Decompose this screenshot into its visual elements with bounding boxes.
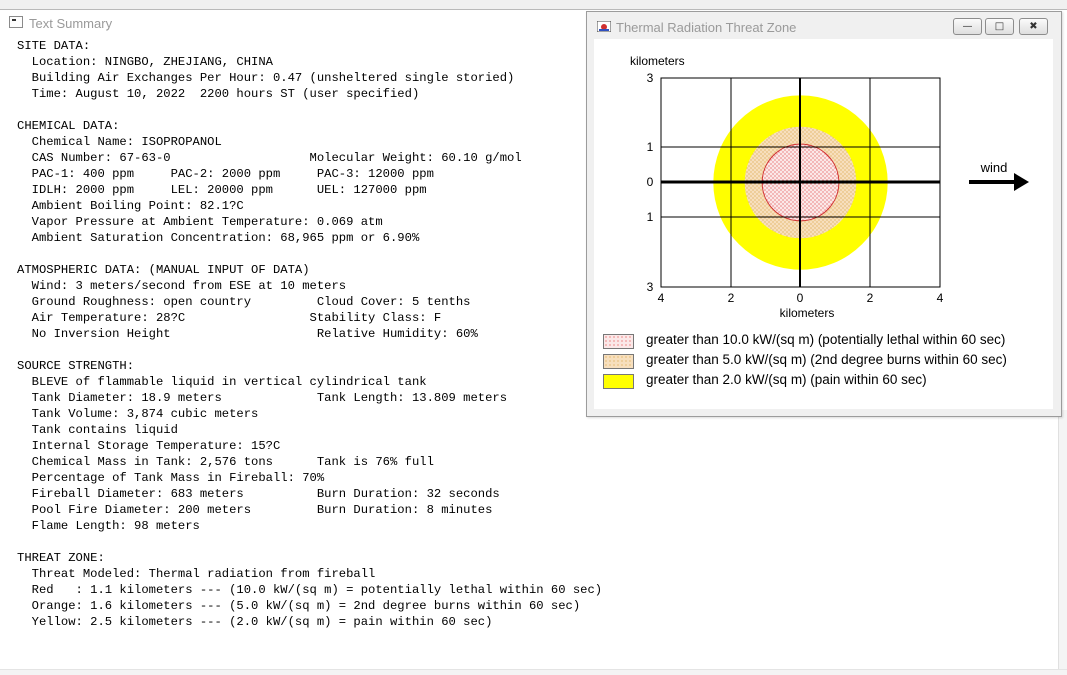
legend-label-yellow: greater than 2.0 kW/(sq m) (pain within … (646, 372, 927, 387)
summary-line: SITE DATA: (17, 39, 91, 53)
y-tick: 3 (647, 280, 654, 294)
threat-zone-client: kilometers 3 1 0 1 3 4 2 0 2 4 kilometer… (594, 39, 1053, 409)
summary-line: Orange: 1.6 kilometers --- (5.0 kW/(sq m… (31, 599, 581, 613)
summary-line: Percentage of Tank Mass in Fireball: 70% (31, 471, 325, 485)
wind-arrow-icon (969, 173, 1029, 191)
summary-line: Fireball Diameter: 683 meters Burn Durat… (31, 487, 500, 501)
summary-line: CAS Number: 67-63-0 Molecular Weight: 60… (31, 151, 522, 165)
maximize-button[interactable]: □ (985, 18, 1014, 35)
summary-line: Tank Volume: 3,874 cubic meters (31, 407, 259, 421)
summary-line: Building Air Exchanges Per Hour: 0.47 (u… (31, 71, 515, 85)
summary-line: SOURCE STRENGTH: (17, 359, 135, 373)
legend-swatch-yellow (603, 374, 634, 389)
summary-line: Ambient Saturation Concentration: 68,965… (31, 231, 420, 245)
wind-label: wind (980, 160, 1008, 175)
summary-line: ATMOSPHERIC DATA: (MANUAL INPUT OF DATA) (17, 263, 310, 277)
summary-line: Time: August 10, 2022 2200 hours ST (use… (31, 87, 420, 101)
y-tick: 1 (647, 140, 654, 154)
summary-line: Flame Length: 98 meters (31, 519, 200, 533)
x-tick: 0 (797, 291, 804, 305)
y-tick: 3 (647, 71, 654, 85)
x-tick: 4 (658, 291, 665, 305)
x-tick: 2 (867, 291, 874, 305)
summary-line: Location: NINGBO, ZHEJIANG, CHINA (31, 55, 273, 69)
summary-line: Chemical Name: ISOPROPANOL (31, 135, 222, 149)
text-summary-title: Text Summary (29, 16, 113, 31)
window-edge (1058, 410, 1067, 675)
threat-zone-window: Thermal Radiation Threat Zone — □ ✖ kilo… (586, 11, 1062, 417)
summary-line: Internal Storage Temperature: 15?C (31, 439, 281, 453)
summary-line: Wind: 3 meters/second from ESE at 10 met… (31, 279, 347, 293)
legend-label-orange: greater than 5.0 kW/(sq m) (2nd degree b… (646, 352, 1007, 367)
summary-line: Tank Diameter: 18.9 meters Tank Length: … (31, 391, 508, 405)
x-tick: 2 (728, 291, 735, 305)
threat-zone-title: Thermal Radiation Threat Zone (616, 20, 797, 35)
summary-line: Red : 1.1 kilometers --- (10.0 kW/(sq m)… (31, 583, 603, 597)
x-tick: 4 (937, 291, 944, 305)
y-tick: 0 (647, 175, 654, 189)
close-button[interactable]: ✖ (1019, 18, 1048, 35)
desktop: Text Summary SITE DATA: Location: NINGBO… (0, 0, 1067, 675)
window-edge-bottom (0, 669, 1067, 675)
summary-line: No Inversion Height Relative Humidity: 6… (31, 327, 478, 341)
summary-line: BLEVE of flammable liquid in vertical cy… (31, 375, 427, 389)
legend-swatch-orange (603, 354, 634, 369)
x-axis-label: kilometers (780, 306, 835, 320)
text-window-icon (9, 16, 23, 28)
threat-zone-app-icon (597, 21, 611, 32)
minimize-button[interactable]: — (953, 18, 982, 35)
summary-line: CHEMICAL DATA: (17, 119, 120, 133)
summary-line: Threat Modeled: Thermal radiation from f… (31, 567, 376, 581)
summary-line: Air Temperature: 28?C Stability Class: F (31, 311, 442, 325)
summary-line: Chemical Mass in Tank: 2,576 tons Tank i… (31, 455, 434, 469)
legend-swatch-red (603, 334, 634, 349)
summary-line: IDLH: 2000 ppm LEL: 20000 ppm UEL: 12700… (31, 183, 427, 197)
legend-label-red: greater than 10.0 kW/(sq m) (potentially… (646, 332, 1006, 347)
summary-line: Vapor Pressure at Ambient Temperature: 0… (31, 215, 383, 229)
text-summary-content: SITE DATA: Location: NINGBO, ZHEJIANG, C… (17, 38, 602, 630)
summary-line: Ambient Boiling Point: 82.1?C (31, 199, 244, 213)
summary-line: Tank contains liquid (31, 423, 178, 437)
summary-line: PAC-1: 400 ppm PAC-2: 2000 ppm PAC-3: 12… (31, 167, 434, 181)
summary-line: Pool Fire Diameter: 200 meters Burn Dura… (31, 503, 493, 517)
y-axis-label: kilometers (630, 54, 685, 68)
text-summary-titlebar[interactable]: Text Summary (0, 10, 600, 32)
y-tick: 1 (647, 210, 654, 224)
summary-line: Ground Roughness: open country Cloud Cov… (31, 295, 471, 309)
threat-zone-titlebar[interactable]: Thermal Radiation Threat Zone — □ ✖ (587, 12, 1061, 40)
summary-line: Yellow: 2.5 kilometers --- (2.0 kW/(sq m… (31, 615, 493, 629)
summary-line: THREAT ZONE: (17, 551, 105, 565)
